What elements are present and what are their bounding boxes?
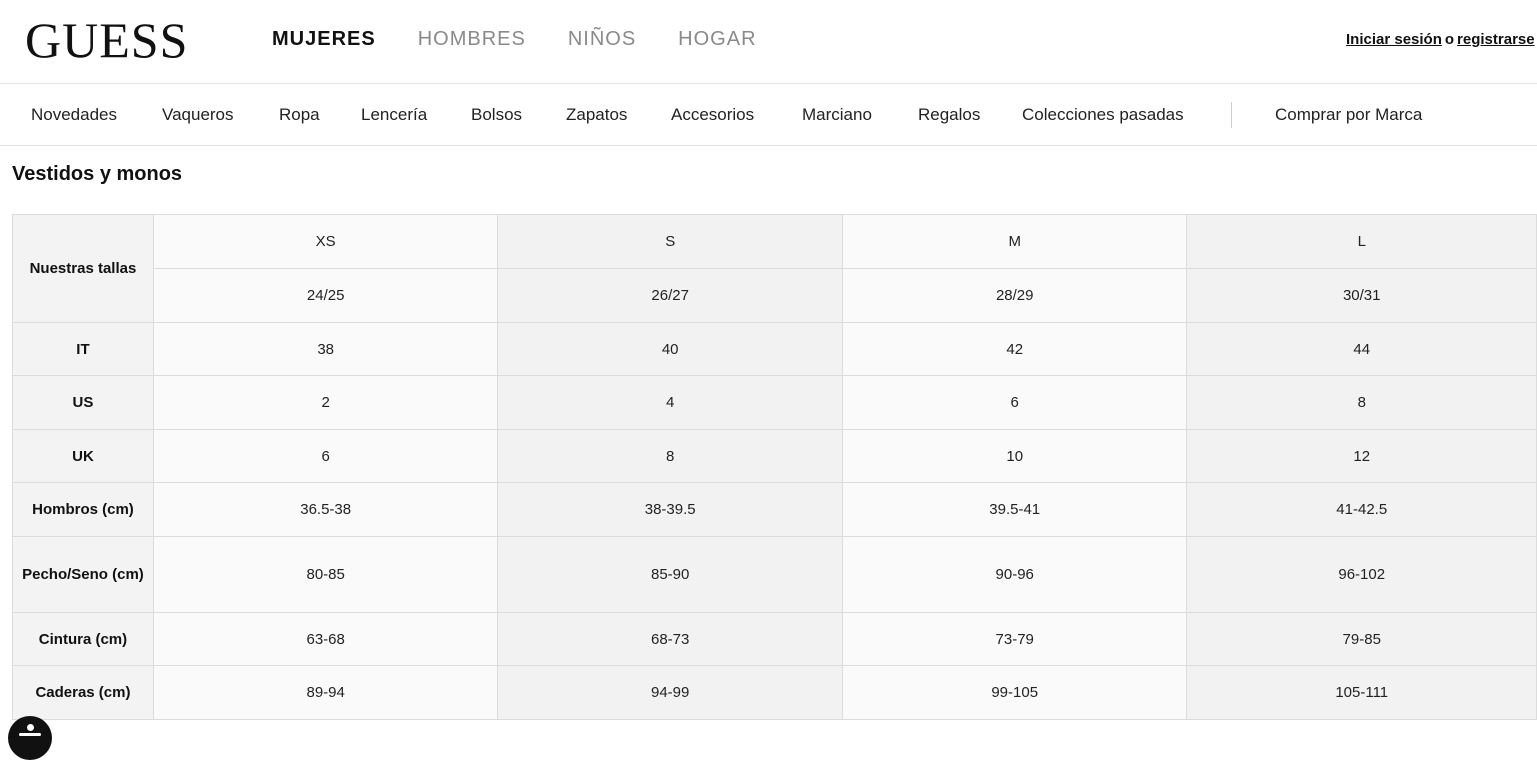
table-cell: 63-68	[152, 612, 499, 666]
table-cell: 38-39.5	[497, 482, 843, 537]
table-cell: 8	[1186, 375, 1537, 430]
category-comprar-por-marca[interactable]: Comprar por Marca	[1275, 104, 1422, 126]
table-row-hombros: Hombros (cm) 36.5-38 38-39.5 39.5-41 41-…	[12, 482, 1537, 537]
top-nav-hombres[interactable]: HOMBRES	[418, 26, 526, 52]
size-cell-s: S	[497, 214, 843, 269]
row-header-nuestras-tallas: Nuestras tallas	[12, 214, 154, 323]
table-cell: 8	[497, 429, 843, 483]
row-header-it: IT	[12, 322, 154, 376]
auth-links: Iniciar sesión o registrarse	[1346, 30, 1535, 50]
category-ropa[interactable]: Ropa	[279, 104, 320, 126]
table-cell: 41-42.5	[1186, 482, 1537, 537]
row-header-cintura: Cintura (cm)	[12, 612, 154, 666]
table-cell: 30/31	[1186, 268, 1537, 323]
guess-logo[interactable]: GUESS	[25, 10, 188, 70]
table-cell: 26/27	[497, 268, 843, 323]
table-cell: 99-105	[841, 665, 1188, 720]
row-header-us: US	[12, 375, 154, 430]
category-regalos[interactable]: Regalos	[918, 104, 980, 126]
table-row-cintura: Cintura (cm) 63-68 68-73 73-79 79-85	[12, 612, 1537, 666]
table-row-caderas: Caderas (cm) 89-94 94-99 99-105 105-111	[12, 665, 1537, 720]
table-cell: 94-99	[497, 665, 843, 720]
table-cell: 28/29	[841, 268, 1188, 323]
table-cell: 40	[497, 322, 843, 376]
table-cell: 36.5-38	[152, 482, 499, 537]
table-cell: 96-102	[1186, 536, 1537, 613]
table-cell: 6	[841, 375, 1188, 430]
top-nav-ninos[interactable]: NIÑOS	[568, 26, 636, 52]
table-row-waist-sizes: 24/25 26/27 28/29 30/31	[13, 268, 1537, 323]
top-nav-hogar[interactable]: HOGAR	[678, 26, 756, 52]
table-cell: 80-85	[152, 536, 499, 613]
row-header-hombros: Hombros (cm)	[12, 482, 154, 537]
nav-divider	[1231, 102, 1232, 128]
size-cell-l: L	[1186, 214, 1537, 269]
table-row-pecho: Pecho/Seno (cm) 80-85 85-90 90-96 96-102	[12, 536, 1537, 613]
category-vaqueros[interactable]: Vaqueros	[162, 104, 234, 126]
category-novedades[interactable]: Novedades	[31, 104, 117, 126]
table-cell: 73-79	[841, 612, 1188, 666]
table-cell: 44	[1186, 322, 1537, 376]
table-cell: 12	[1186, 429, 1537, 483]
row-header-pecho: Pecho/Seno (cm)	[12, 536, 154, 613]
table-cell: 42	[841, 322, 1188, 376]
top-nav: MUJERES HOMBRES NIÑOS HOGAR	[272, 26, 799, 52]
site-header: GUESS MUJERES HOMBRES NIÑOS HOGAR Inicia…	[0, 0, 1537, 84]
table-row-sizes: Nuestras tallas XS S M L	[12, 214, 1537, 323]
table-cell: 90-96	[841, 536, 1188, 613]
size-cell-xs: XS	[152, 214, 499, 269]
category-marciano[interactable]: Marciano	[802, 104, 872, 126]
register-link[interactable]: registrarse	[1457, 31, 1535, 48]
table-cell: 2	[152, 375, 499, 430]
category-nav: Novedades Vaqueros Ropa Lencería Bolsos …	[0, 84, 1537, 146]
table-cell: 105-111	[1186, 665, 1537, 720]
category-bolsos[interactable]: Bolsos	[471, 104, 522, 126]
table-cell: 79-85	[1186, 612, 1537, 666]
table-cell: 4	[497, 375, 843, 430]
table-cell: 38	[152, 322, 499, 376]
category-lenceria[interactable]: Lencería	[361, 104, 427, 126]
table-row-it: IT 38 40 42 44	[12, 322, 1537, 376]
row-header-caderas: Caderas (cm)	[12, 665, 154, 720]
accessibility-icon	[27, 724, 34, 731]
table-cell: 10	[841, 429, 1188, 483]
table-cell: 68-73	[497, 612, 843, 666]
login-link[interactable]: Iniciar sesión	[1346, 31, 1442, 48]
category-zapatos[interactable]: Zapatos	[566, 104, 627, 126]
table-row-us: US 2 4 6 8	[12, 375, 1537, 430]
table-cell: 85-90	[497, 536, 843, 613]
category-accesorios[interactable]: Accesorios	[671, 104, 754, 126]
top-nav-mujeres[interactable]: MUJERES	[272, 26, 376, 52]
size-chart-table: Nuestras tallas XS S M L 24/25 26/27 28/…	[12, 214, 1537, 720]
category-colecciones-pasadas[interactable]: Colecciones pasadas	[1022, 104, 1184, 126]
table-cell: 39.5-41	[841, 482, 1188, 537]
page-title: Vestidos y monos	[12, 163, 183, 185]
auth-separator: o	[1444, 31, 1455, 48]
accessibility-button[interactable]	[8, 716, 52, 760]
table-cell: 6	[152, 429, 499, 483]
size-cell-m: M	[841, 214, 1188, 269]
row-header-uk: UK	[12, 429, 154, 483]
table-cell: 24/25	[152, 268, 499, 323]
table-cell: 89-94	[152, 665, 499, 720]
table-row-uk: UK 6 8 10 12	[12, 429, 1537, 483]
